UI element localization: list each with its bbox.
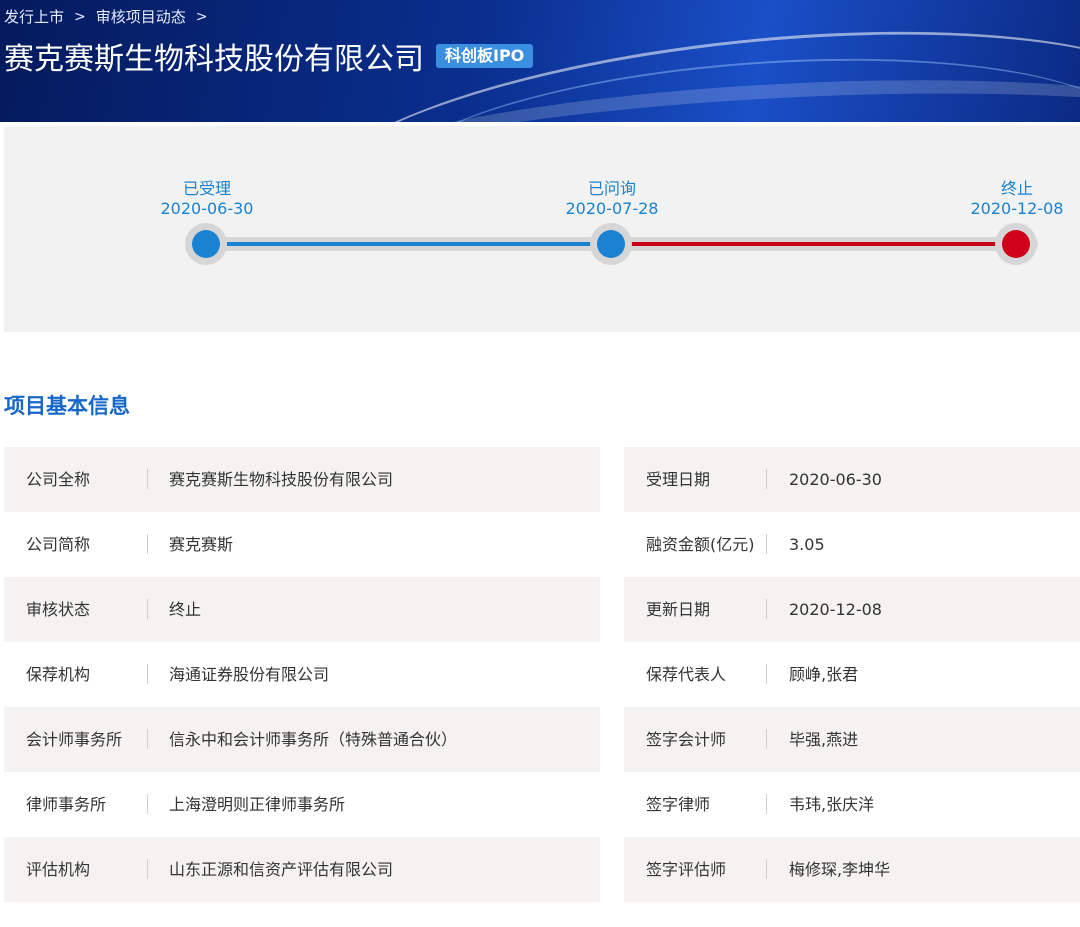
info-divider <box>766 599 767 619</box>
info-divider <box>147 599 148 619</box>
info-label: 签字律师 <box>646 795 711 814</box>
timeline-stage-label: 已问询 <box>587 179 636 198</box>
info-label: 签字会计师 <box>646 730 727 749</box>
review-progress-timeline: 已受理 2020-06-30 已问询 2020-07-28 终止 2020-12… <box>4 126 1080 332</box>
info-label: 保荐机构 <box>26 665 91 684</box>
info-value: 2020-06-30 <box>789 470 882 489</box>
info-row: 受理日期 2020-06-30 <box>624 447 1080 512</box>
page-title: 赛克赛斯生物科技股份有限公司 <box>4 42 424 77</box>
info-row: 保荐机构 海通证券股份有限公司 <box>4 642 600 707</box>
info-label: 公司简称 <box>26 535 91 554</box>
title-row: 赛克赛斯生物科技股份有限公司 科创板IPO <box>4 34 534 78</box>
info-label: 签字评估师 <box>646 860 727 879</box>
info-row: 公司简称 赛克赛斯 <box>4 512 600 577</box>
timeline-node-dot <box>1002 230 1030 258</box>
info-label: 更新日期 <box>646 600 711 619</box>
info-value: 2020-12-08 <box>789 600 882 619</box>
info-divider <box>766 469 767 489</box>
info-divider <box>147 469 148 489</box>
timeline-node-accepted <box>185 223 227 265</box>
info-row: 审核状态 终止 <box>4 577 600 642</box>
info-label: 受理日期 <box>646 470 711 489</box>
timeline-node-terminated <box>995 223 1037 265</box>
info-value: 海通证券股份有限公司 <box>169 665 330 684</box>
section-title-basic-info: 项目基本信息 <box>4 394 130 418</box>
info-label: 融资金额(亿元) <box>646 535 755 554</box>
breadcrumb-item-listing[interactable]: 发行上市 <box>4 6 64 27</box>
info-row: 评估机构 山东正源和信资产评估有限公司 <box>4 837 600 902</box>
info-row: 签字律师 韦玮,张庆洋 <box>624 772 1080 837</box>
info-divider <box>766 794 767 814</box>
info-row: 融资金额(亿元) 3.05 <box>624 512 1080 577</box>
info-row: 会计师事务所 信永中和会计师事务所（特殊普通合伙） <box>4 707 600 772</box>
info-divider <box>147 729 148 749</box>
info-value: 上海澄明则正律师事务所 <box>169 795 346 814</box>
info-label: 审核状态 <box>26 600 91 619</box>
timeline-stage-label: 已受理 <box>182 179 231 198</box>
info-divider <box>147 794 148 814</box>
timeline-stage-date: 2020-06-30 <box>160 199 254 218</box>
info-label: 律师事务所 <box>26 795 107 814</box>
info-row: 更新日期 2020-12-08 <box>624 577 1080 642</box>
info-divider <box>766 729 767 749</box>
info-value: 赛克赛斯生物科技股份有限公司 <box>169 470 394 489</box>
info-row: 律师事务所 上海澄明则正律师事务所 <box>4 772 600 837</box>
chevron-right-icon: > <box>195 8 208 25</box>
timeline-node-inquired <box>590 223 632 265</box>
info-value: 赛克赛斯 <box>169 535 234 554</box>
timeline-stage-1-label-group: 已受理 2020-06-30 <box>137 179 277 219</box>
timeline-stage-date: 2020-12-08 <box>970 199 1064 218</box>
info-label: 会计师事务所 <box>26 730 123 749</box>
info-value: 梅修琛,李坤华 <box>789 860 891 879</box>
timeline-node-dot <box>192 230 220 258</box>
timeline-stage-label: 终止 <box>1000 179 1033 198</box>
timeline-segment-2 <box>611 242 1016 246</box>
info-label: 公司全称 <box>26 470 91 489</box>
info-divider <box>147 664 148 684</box>
breadcrumb: 发行上市 > 审核项目动态 > <box>4 6 218 27</box>
breadcrumb-item-review-dynamics[interactable]: 审核项目动态 <box>96 6 186 27</box>
info-divider <box>766 664 767 684</box>
info-row: 签字评估师 梅修琛,李坤华 <box>624 837 1080 902</box>
info-label: 评估机构 <box>26 860 91 879</box>
info-value: 韦玮,张庆洋 <box>789 795 875 814</box>
info-value: 山东正源和信资产评估有限公司 <box>169 860 394 879</box>
info-value: 终止 <box>169 600 202 619</box>
info-row: 签字会计师 毕强,燕进 <box>624 707 1080 772</box>
info-value: 信永中和会计师事务所（特殊普通合伙） <box>169 730 458 749</box>
info-divider <box>147 534 148 554</box>
timeline-node-dot <box>597 230 625 258</box>
info-divider <box>766 859 767 879</box>
chevron-right-icon: > <box>74 8 86 25</box>
info-value: 毕强,燕进 <box>789 730 859 749</box>
timeline-stage-2-label-group: 已问询 2020-07-28 <box>542 179 682 219</box>
header-banner: 发行上市 > 审核项目动态 > 赛克赛斯生物科技股份有限公司 科创板IPO <box>0 0 1080 122</box>
info-label: 保荐代表人 <box>646 665 727 684</box>
info-value: 顾峥,张君 <box>789 665 859 684</box>
timeline-segment-1 <box>206 242 611 246</box>
info-row: 公司全称 赛克赛斯生物科技股份有限公司 <box>4 447 600 512</box>
info-divider <box>147 859 148 879</box>
info-value: 3.05 <box>789 535 825 554</box>
info-row: 保荐代表人 顾峥,张君 <box>624 642 1080 707</box>
timeline-stage-date: 2020-07-28 <box>565 199 659 218</box>
timeline-stage-3-label-group: 终止 2020-12-08 <box>947 179 1080 219</box>
board-tag-badge: 科创板IPO <box>436 44 534 68</box>
info-divider <box>766 534 767 554</box>
